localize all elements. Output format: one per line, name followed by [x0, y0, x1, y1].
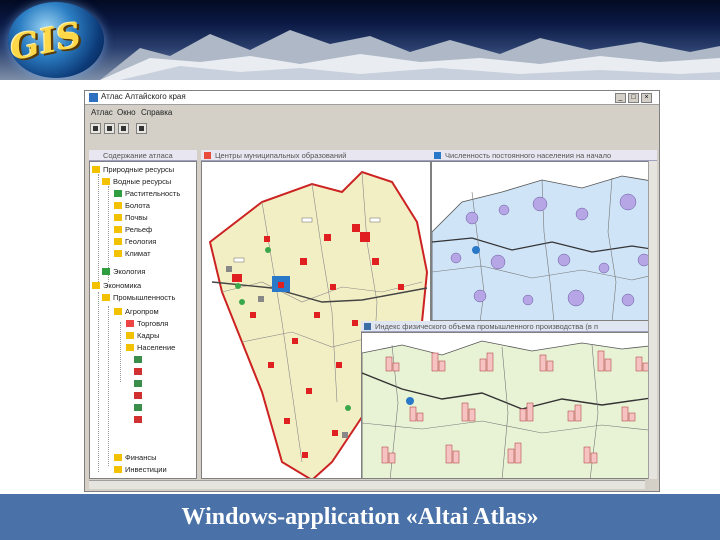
menu-bar: Атлас Окно Справка — [85, 107, 659, 120]
slide-caption: Windows-application «Altai Atlas» — [0, 494, 720, 540]
minimize-button[interactable]: _ — [615, 93, 626, 103]
app-window: Атлас Алтайского края _ □ × Атлас Окно С… — [84, 90, 660, 492]
map3-canvas — [362, 340, 656, 478]
tree-item[interactable]: Торговля — [126, 318, 168, 329]
tree-layer-icons — [134, 356, 145, 423]
tree-item[interactable]: Экология — [102, 266, 145, 277]
tree-item[interactable]: Водные ресурсы — [102, 176, 171, 187]
header-banner: GIS — [0, 0, 720, 80]
app-icon — [89, 93, 98, 102]
tree-item[interactable]: Почвы — [114, 212, 148, 223]
toolbar — [85, 122, 659, 136]
tree-item[interactable]: Финансы — [114, 452, 157, 463]
horizontal-scrollbar[interactable] — [89, 480, 645, 489]
mountain-landscape — [100, 30, 720, 80]
info-icon[interactable] — [136, 123, 147, 134]
menu-window[interactable]: Окно — [117, 108, 136, 117]
map2-title: Численность постоянного населения на нач… — [431, 150, 657, 161]
map-population[interactable] — [431, 161, 657, 321]
tree-item[interactable]: Геология — [114, 236, 156, 247]
tree-item[interactable]: Кадры — [126, 330, 159, 341]
tree-item[interactable]: Болота — [114, 200, 150, 211]
map2-title-text: Численность постоянного населения на нач… — [445, 151, 612, 160]
tree-item[interactable]: Рельеф — [114, 224, 152, 235]
menu-help[interactable]: Справка — [141, 108, 172, 117]
tree-view-icon[interactable] — [90, 123, 101, 134]
save-icon[interactable] — [104, 123, 115, 134]
tree-pane-title: Содержание атласа — [89, 150, 197, 161]
tree-item[interactable]: Население — [126, 342, 175, 353]
map3-title: Индекс физического объема промышленного … — [361, 321, 657, 332]
menu-atlas[interactable]: Атлас — [91, 108, 113, 117]
close-button[interactable]: × — [641, 93, 652, 103]
window-titlebar: Атлас Алтайского края _ □ × — [85, 91, 659, 105]
vertical-scrollbar[interactable] — [648, 161, 657, 479]
window-title: Атлас Алтайского края — [101, 92, 186, 101]
tree-item[interactable]: Климат — [114, 248, 151, 259]
print-icon[interactable] — [118, 123, 129, 134]
map1-title-text: Центры муниципальных образований — [215, 151, 347, 160]
map1-title: Центры муниципальных образований — [201, 150, 431, 161]
tree-item[interactable]: Природные ресурсы — [92, 164, 174, 175]
maximize-button[interactable]: □ — [628, 93, 639, 103]
tree-item[interactable]: Промышленность — [102, 292, 175, 303]
atlas-tree: Природные ресурсы Водные ресурсы Растите… — [89, 161, 197, 479]
tree-item[interactable]: Растительность — [114, 188, 180, 199]
map-industrial-production[interactable] — [361, 332, 657, 479]
tree-item[interactable]: Инвестиции — [114, 464, 167, 475]
tree-item[interactable]: Экономика — [92, 280, 141, 291]
map2-canvas — [432, 175, 656, 320]
tree-pane-title-text: Содержание атласа — [103, 151, 173, 160]
map3-title-text: Индекс физического объема промышленного … — [375, 322, 599, 331]
tree-item[interactable]: Агропром — [114, 306, 159, 317]
